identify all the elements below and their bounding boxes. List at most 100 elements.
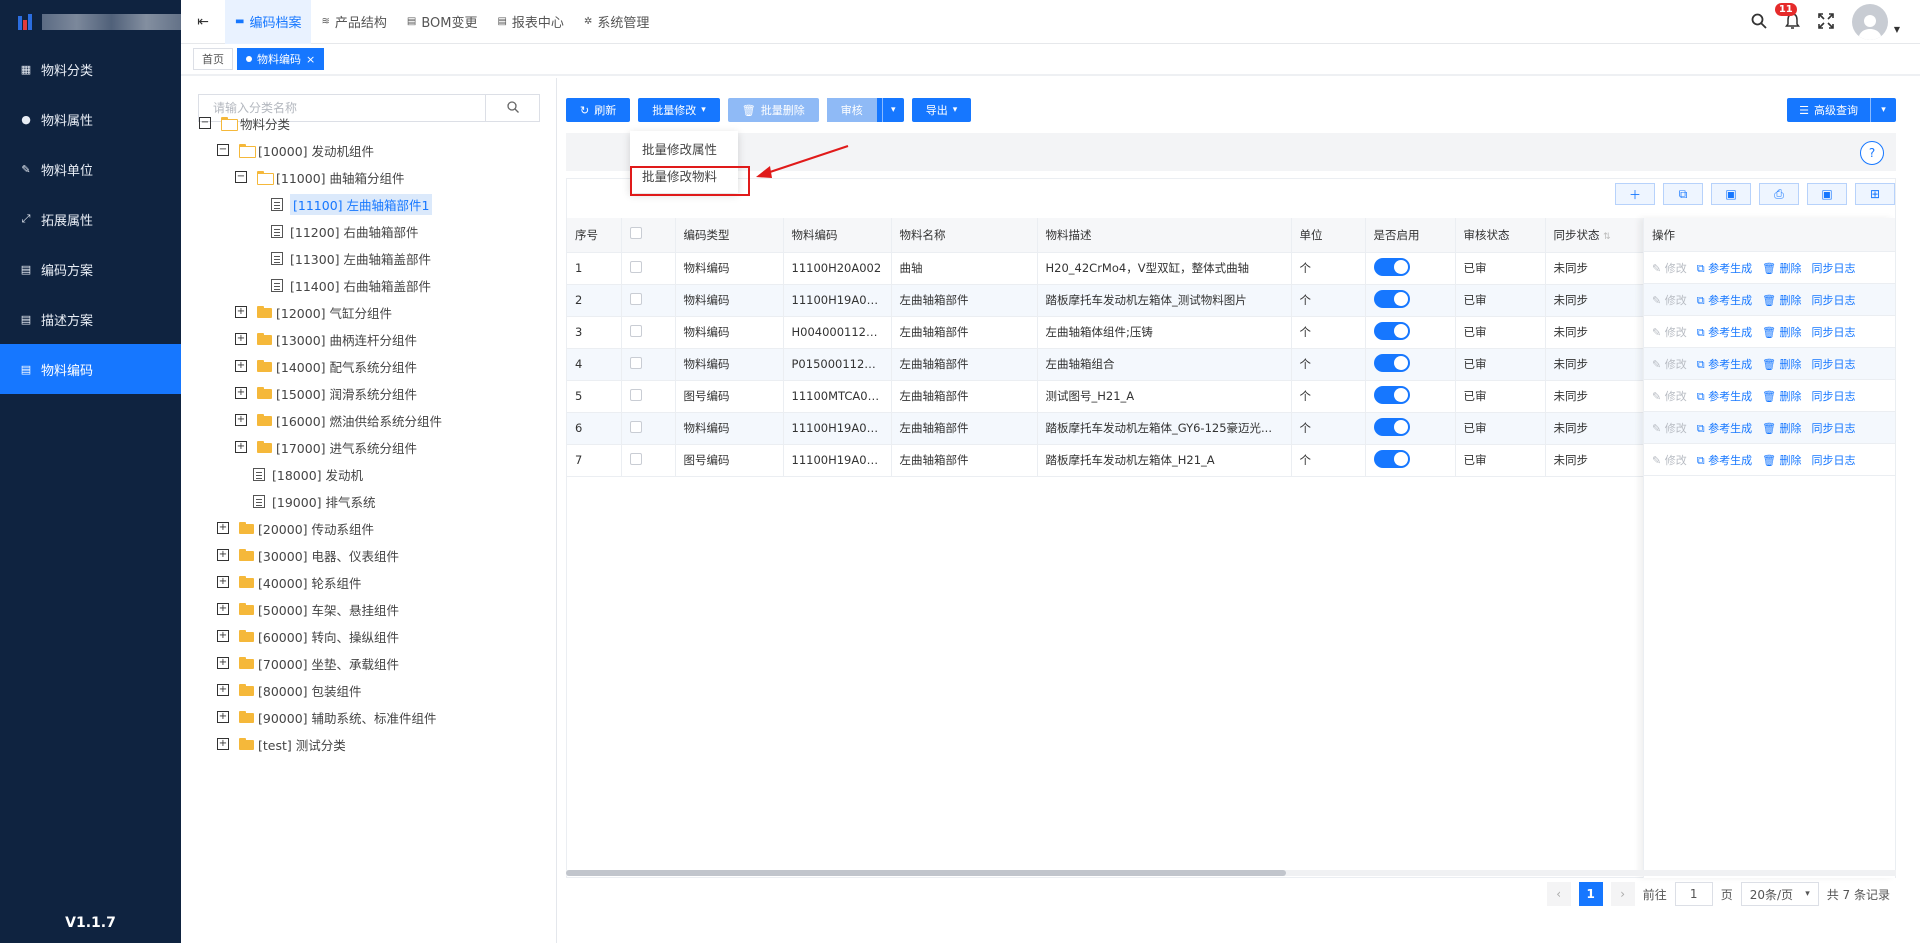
expand-icon[interactable]: + — [217, 630, 229, 642]
tree-node[interactable]: [11200] 右曲轴箱部件 — [271, 220, 419, 242]
edit-button[interactable]: ✎ 修改 — [1652, 324, 1687, 340]
tree-node[interactable]: + [60000] 转向、操纵组件 — [217, 625, 399, 647]
delete-button[interactable]: 🗑 删除 — [1762, 260, 1801, 276]
expand-icon[interactable]: + — [217, 657, 229, 669]
reference-generate-button[interactable]: ⧉ 参考生成 — [1697, 356, 1752, 372]
tree-node[interactable]: [18000] 发动机 — [253, 463, 363, 485]
tree-node[interactable]: + [70000] 坐垫、承载组件 — [217, 652, 399, 674]
export-button[interactable]: 导出 ▾ — [911, 98, 972, 122]
table-row[interactable]: 5 图号编码 11100MTCA0001 左曲轴箱部件 测试图号_H21_A 个 已审 未同步 — [567, 380, 1650, 413]
edit-button[interactable]: ✎ 修改 — [1652, 388, 1687, 404]
expand-icon[interactable]: + — [235, 333, 247, 345]
nav-product-structure[interactable]: ≋ 产品结构 — [311, 0, 396, 44]
sidebar-item-attribute[interactable]: ● 物料属性 — [0, 94, 181, 144]
tree-node[interactable]: + [90000] 辅助系统、标准件组件 — [217, 706, 437, 728]
delete-button[interactable]: 🗑 删除 — [1762, 420, 1801, 436]
sync-log-button[interactable]: 同步日志 — [1812, 260, 1856, 276]
delete-button[interactable]: 🗑 删除 — [1762, 388, 1801, 404]
help-icon[interactable]: ? — [1860, 141, 1884, 165]
delete-button[interactable]: 🗑 删除 — [1762, 292, 1801, 308]
row-checkbox[interactable] — [629, 420, 642, 433]
enabled-toggle[interactable] — [1373, 353, 1410, 372]
tab-close-icon[interactable]: × — [306, 53, 315, 66]
expand-icon[interactable]: + — [217, 549, 229, 561]
row-checkbox[interactable] — [629, 388, 642, 401]
prev-page-icon[interactable]: ‹ — [1546, 882, 1571, 906]
tree-node[interactable]: + [50000] 车架、悬挂组件 — [217, 598, 399, 620]
table-row[interactable]: 3 物料编码 H0040001120A... 左曲轴箱部件 左曲轴箱体组件;压铸个 已审未… — [567, 316, 1650, 349]
delete-button[interactable]: 🗑 删除 — [1762, 452, 1801, 468]
excel-import-icon[interactable]: ▣ — [1711, 183, 1751, 205]
next-page-icon[interactable]: › — [1610, 882, 1635, 906]
tab-home[interactable]: 首页 — [193, 48, 233, 70]
table-row[interactable]: 1 物料编码 11100H20A002 曲轴 H20_42CrMo4，V型双缸，整体式曲… — [567, 252, 1650, 285]
tree-node[interactable]: + [15000] 润滑系统分组件 — [235, 382, 417, 404]
enabled-toggle[interactable] — [1373, 385, 1410, 404]
expand-icon[interactable]: + — [235, 387, 247, 399]
expand-icon[interactable]: + — [235, 306, 247, 318]
horizontal-scrollbar[interactable] — [566, 870, 1896, 876]
tree-node[interactable]: + [16000] 燃油供给系统分组件 — [235, 409, 442, 431]
enabled-toggle[interactable] — [1373, 417, 1410, 436]
table-row[interactable]: 4 物料编码 P0150001120A... 左曲轴箱部件 左曲轴箱组合个 已审 未同步 — [567, 348, 1650, 381]
collapse-icon[interactable]: − — [217, 144, 229, 156]
sidebar-item-desc-scheme[interactable]: ▤ 描述方案 — [0, 294, 181, 344]
tree-node[interactable]: + [40000] 轮系组件 — [217, 571, 362, 593]
print-icon[interactable]: ⎙ — [1759, 183, 1799, 205]
expand-icon[interactable]: + — [217, 684, 229, 696]
delete-button[interactable]: 🗑 删除 — [1762, 356, 1801, 372]
batch-edit-button[interactable]: 批量修改 ▾ — [638, 98, 720, 122]
sync-log-button[interactable]: 同步日志 — [1812, 292, 1856, 308]
user-avatar[interactable] — [1851, 4, 1888, 40]
table-row[interactable]: 7 图号编码 11100H19A0001 左曲轴箱部件 踏板摩托车发动机左箱体_H21_… — [567, 444, 1650, 477]
expand-icon[interactable]: + — [217, 522, 229, 534]
edit-button[interactable]: ✎ 修改 — [1652, 292, 1687, 308]
page-number[interactable]: 1 — [1578, 882, 1603, 906]
tree-node[interactable]: [19000] 排气系统 — [253, 490, 376, 512]
enabled-toggle[interactable] — [1373, 449, 1410, 468]
expand-icon[interactable]: + — [217, 711, 229, 723]
batch-delete-button[interactable]: 🗑 批量删除 — [727, 98, 819, 122]
tree-node[interactable]: + [12000] 气缸分组件 — [235, 301, 392, 323]
enabled-toggle[interactable] — [1373, 257, 1410, 276]
row-checkbox[interactable] — [629, 260, 642, 273]
copy-icon[interactable]: ⧉ — [1663, 183, 1703, 205]
expand-icon[interactable]: + — [217, 576, 229, 588]
reference-generate-button[interactable]: ⧉ 参考生成 — [1697, 324, 1752, 340]
sync-log-button[interactable]: 同步日志 — [1812, 452, 1856, 468]
expand-icon[interactable]: + — [235, 441, 247, 453]
sync-log-button[interactable]: 同步日志 — [1812, 356, 1856, 372]
table-row[interactable]: 6 物料编码 11100H19A000... 左曲轴箱部件 踏板摩托车发动机左箱体_GY… — [567, 412, 1650, 445]
nav-report-center[interactable]: ▤ 报表中心 — [487, 0, 573, 44]
columns-grid-icon[interactable]: ⊞ — [1855, 183, 1895, 205]
sidebar-item-category[interactable]: ▦ 物料分类 — [0, 44, 181, 94]
row-checkbox[interactable] — [629, 324, 642, 337]
expand-icon[interactable]: + — [217, 603, 229, 615]
delete-button[interactable]: 🗑 删除 — [1762, 324, 1801, 340]
tab-material-code[interactable]: 物料编码 × — [237, 48, 325, 70]
tree-node[interactable]: [11100] 左曲轴箱部件1 — [271, 193, 433, 215]
expand-icon[interactable]: + — [217, 738, 229, 750]
edit-button[interactable]: ✎ 修改 — [1652, 452, 1687, 468]
tree-node[interactable]: + [30000] 电器、仪表组件 — [217, 544, 399, 566]
search-icon[interactable] — [1751, 13, 1767, 32]
sidebar-item-material-code[interactable]: ▤ 物料编码 — [0, 344, 181, 394]
refresh-button[interactable]: ↻ 刷新 — [566, 98, 631, 122]
bell-icon[interactable]: 11 — [1774, 2, 1800, 32]
sort-icon[interactable]: ⇅ — [1603, 232, 1611, 242]
sync-log-button[interactable]: 同步日志 — [1812, 324, 1856, 340]
edit-button[interactable]: ✎ 修改 — [1652, 260, 1687, 276]
tree-node[interactable]: + [test] 测试分类 — [217, 733, 346, 755]
enabled-toggle[interactable] — [1373, 289, 1410, 308]
sidebar-item-unit[interactable]: ✎ 物料单位 — [0, 144, 181, 194]
collapse-icon[interactable]: − — [199, 117, 211, 129]
nav-system-admin[interactable]: ✲ 系统管理 — [574, 0, 659, 44]
tree-node[interactable]: − [10000] 发动机组件 — [217, 139, 374, 161]
reference-generate-button[interactable]: ⧉ 参考生成 — [1697, 452, 1752, 468]
select-all-checkbox[interactable] — [629, 227, 642, 240]
tree-node[interactable]: + [14000] 配气系统分组件 — [235, 355, 417, 377]
nav-code-archive[interactable]: ▬ 编码档案 — [225, 0, 312, 44]
advanced-query-dropdown[interactable]: ▾ — [1870, 98, 1896, 122]
sidebar-item-code-scheme[interactable]: ▤ 编码方案 — [0, 244, 181, 294]
tree-node[interactable]: [11300] 左曲轴箱盖部件 — [271, 247, 431, 269]
